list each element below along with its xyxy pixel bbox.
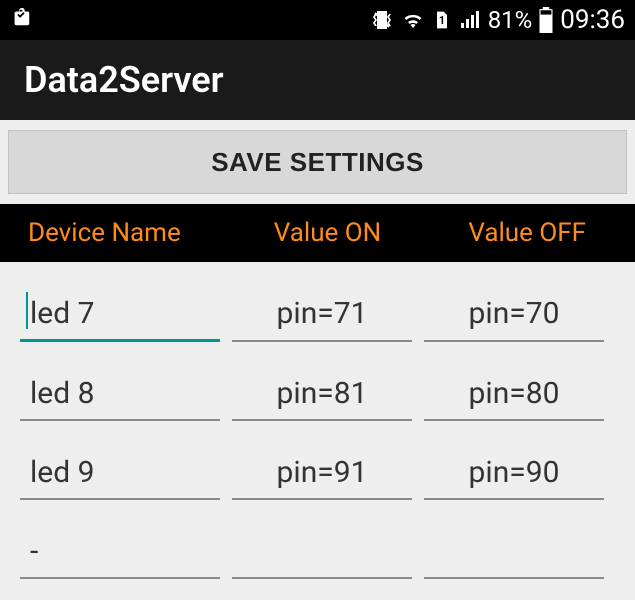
- device-name-input[interactable]: led 8: [20, 370, 220, 421]
- device-name-input[interactable]: led 7: [20, 290, 220, 342]
- table-body: led 7pin=71pin=70led 8pin=81pin=80led 9p…: [0, 262, 635, 579]
- header-value-on: Value ON: [228, 218, 428, 248]
- save-settings-button[interactable]: SAVE SETTINGS: [8, 130, 627, 194]
- value-off-input[interactable]: pin=70: [424, 290, 604, 342]
- value-on-input[interactable]: pin=91: [232, 449, 412, 500]
- table-row: led 8pin=81pin=80: [8, 342, 627, 421]
- value-off-input[interactable]: pin=90: [424, 449, 604, 500]
- battery-text: 81%: [488, 6, 533, 34]
- signal-icon: [458, 8, 482, 32]
- button-area: SAVE SETTINGS: [0, 120, 635, 204]
- table-row: -: [8, 500, 627, 579]
- wifi-icon: [400, 8, 426, 32]
- table-row: led 9pin=91pin=90: [8, 421, 627, 500]
- header-device-name: Device Name: [8, 218, 228, 248]
- battery-icon: [538, 7, 554, 33]
- status-left: [10, 6, 32, 34]
- value-off-input[interactable]: pin=80: [424, 370, 604, 421]
- status-bar: 1 81% 09:36: [0, 0, 635, 40]
- svg-text:1: 1: [439, 14, 445, 27]
- store-icon: [10, 6, 32, 34]
- device-name-input[interactable]: -: [20, 528, 220, 579]
- value-on-input[interactable]: [232, 528, 412, 579]
- vibrate-icon: [370, 8, 394, 32]
- sim-icon: 1: [432, 8, 452, 32]
- app-title-bar: Data2Server: [0, 40, 635, 120]
- table-row: led 7pin=71pin=70: [8, 262, 627, 342]
- device-name-input[interactable]: led 9: [20, 449, 220, 500]
- app-title: Data2Server: [24, 59, 224, 101]
- clock-text: 09:36: [560, 5, 625, 35]
- table-header: Device Name Value ON Value OFF: [0, 204, 635, 262]
- value-off-input[interactable]: [424, 528, 604, 579]
- header-value-off: Value OFF: [427, 218, 627, 248]
- value-on-input[interactable]: pin=71: [232, 290, 412, 342]
- status-right: 1 81% 09:36: [370, 5, 625, 35]
- value-on-input[interactable]: pin=81: [232, 370, 412, 421]
